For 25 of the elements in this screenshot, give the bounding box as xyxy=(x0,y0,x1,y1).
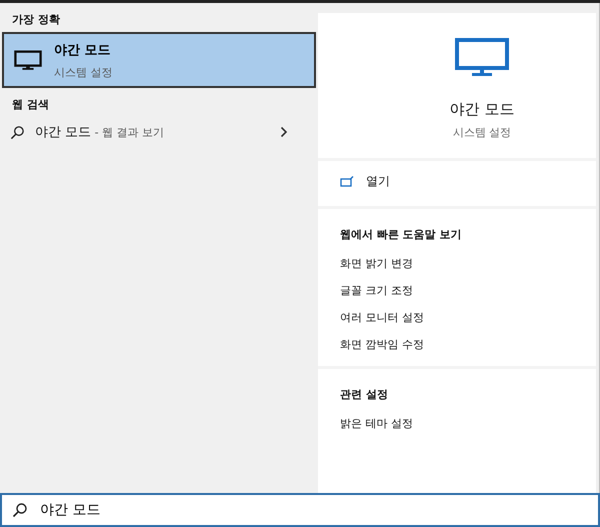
help-link[interactable]: 여러 모니터 설정 xyxy=(340,310,424,325)
section-heading: 웹에서 빠른 도움말 보기 xyxy=(340,227,462,242)
best-match-item[interactable]: 야간 모드 시스템 설정 xyxy=(2,32,316,88)
search-field[interactable]: 야간 모드 xyxy=(0,493,600,527)
section-heading: 웹 검색 xyxy=(11,97,50,113)
section-heading: 가장 정확 xyxy=(11,12,61,28)
help-link[interactable]: 밝은 테마 설정 xyxy=(340,416,413,431)
web-result-item[interactable]: 야간 모드 - 웹 결과 보기 xyxy=(0,117,318,147)
web-result-hint: - 웹 결과 보기 xyxy=(94,124,164,140)
result-subtitle: 시스템 설정 xyxy=(54,64,112,80)
preview-title: 야간 모드 xyxy=(450,100,514,119)
open-window-icon xyxy=(340,176,354,188)
monitor-icon xyxy=(14,50,42,70)
action-label: 열기 xyxy=(366,173,390,190)
help-link[interactable]: 글꼴 크기 조정 xyxy=(340,283,413,298)
preview-subtitle: 시스템 설정 xyxy=(452,125,512,140)
search-icon xyxy=(10,124,25,140)
result-title: 야간 모드 xyxy=(54,42,112,58)
help-link[interactable]: 화면 밝기 변경 xyxy=(340,256,413,271)
open-action[interactable]: 열기 xyxy=(340,173,574,190)
monitor-icon xyxy=(455,38,509,78)
section-heading: 관련 설정 xyxy=(340,387,389,402)
help-link[interactable]: 화면 깜박임 수정 xyxy=(340,337,424,352)
web-query: 야간 모드 xyxy=(35,124,92,141)
chevron-right-icon xyxy=(280,126,288,138)
